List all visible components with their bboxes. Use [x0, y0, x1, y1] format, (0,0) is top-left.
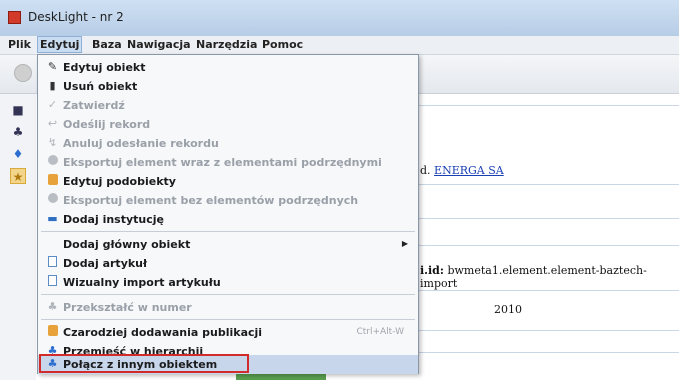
cancel-send-icon: ↯ — [47, 136, 58, 149]
export-icon — [46, 193, 59, 206]
menu-item-czarodziej[interactable]: Czarodziej dodawania publikacji Ctrl+Alt… — [38, 323, 418, 342]
menu-item-odeslij-rekord: ↩ Odeślij rekord — [47, 117, 151, 131]
title-bar: DeskLight - nr 2 — [0, 0, 679, 37]
toolbar-round-button[interactable] — [14, 64, 32, 82]
menu-item-dodaj-instytucje[interactable]: ▬ Dodaj instytucję — [38, 210, 418, 229]
edit-menu: ✎ Edytuj obiekt ▮ Usuń obiekt ✓ Zatwierd… — [37, 54, 419, 374]
submenu-arrow-icon: ▶ — [401, 239, 408, 248]
document-icon — [46, 275, 59, 288]
menu-item-eksportuj-bez-podrzednych: Eksportuj element bez elementów podrzędn… — [38, 191, 418, 210]
affiliation-field: d. ENERGA SA — [420, 164, 504, 177]
left-toolbar: ■ ♣ ♦ ★ — [0, 94, 37, 380]
menu-item-edytuj-obiekt[interactable]: ✎ Edytuj obiekt — [38, 58, 418, 77]
id-label: i.id: — [420, 264, 444, 277]
shortcut-label: Ctrl+Alt-W — [356, 327, 404, 337]
save-icon[interactable]: ■ — [10, 102, 26, 118]
id-value: bwmeta1.element.element-baztech-import — [420, 264, 647, 290]
menu-pomoc[interactable]: Pomoc — [262, 38, 303, 51]
year-value: 2010 — [494, 303, 522, 316]
menu-item-eksportuj-z-podrzednymi: Eksportuj element wraz z elementami podr… — [38, 153, 418, 172]
affiliation-link[interactable]: ENERGA SA — [434, 164, 504, 177]
edit-icon: ✎ — [47, 60, 58, 73]
tree-icon[interactable]: ♣ — [10, 124, 26, 140]
menu-separator — [41, 319, 415, 320]
menu-item-polacz[interactable]: ♣ Połącz z innym obiektem — [38, 354, 418, 374]
hierarchy-icon: ♣ — [47, 357, 58, 370]
hierarchy-icon: ♣ — [47, 300, 58, 313]
menu-item-anuluj-odeslanie: ↯ Anuluj odesłanie rekordu — [47, 136, 219, 150]
menu-separator — [41, 294, 415, 295]
menu-separator — [41, 231, 415, 232]
menu-narzedzia[interactable]: Narzędzia — [196, 38, 257, 51]
trash-icon: ▮ — [49, 79, 56, 92]
menu-edytuj[interactable]: Edytuj — [37, 36, 83, 53]
app-icon — [8, 11, 21, 24]
menu-item-usun-obiekt[interactable]: ▮ Usuń obiekt — [38, 77, 418, 96]
menu-baza[interactable]: Baza — [92, 38, 122, 51]
window-title: DeskLight - nr 2 — [28, 10, 124, 24]
menu-bar: Plik Edytuj Baza Nawigacja Narzędzia Pom… — [0, 36, 679, 55]
menu-item-edytuj-podobiekty[interactable]: Edytuj podobiekty — [38, 172, 418, 191]
menu-nawigacja[interactable]: Nawigacja — [127, 38, 191, 51]
institution-icon: ▬ — [47, 212, 58, 225]
export-icon — [46, 155, 59, 168]
document-icon — [46, 256, 59, 269]
menu-item-zatwierdz: ✓ Zatwierdź — [47, 98, 125, 112]
menu-item-przeksztalc-w-numer: ♣ Przekształć w numer — [47, 300, 192, 314]
subobjects-icon — [46, 174, 59, 187]
menu-plik[interactable]: Plik — [8, 38, 31, 51]
send-back-icon: ↩ — [47, 117, 58, 130]
check-icon: ✓ — [47, 98, 58, 111]
menu-item-dodaj-glowny-obiekt[interactable]: Dodaj główny obiekt ▶ — [38, 235, 418, 254]
menu-item-wizualny-import[interactable]: Wizualny import artykułu — [38, 273, 418, 292]
menu-item-dodaj-artykul[interactable]: Dodaj artykuł — [38, 254, 418, 273]
hierarchy-icon[interactable]: ♦ — [10, 146, 26, 162]
wizard-icon — [46, 325, 59, 338]
favorite-icon[interactable]: ★ — [10, 168, 26, 184]
id-field: i.id: bwmeta1.element.element-baztech-im… — [420, 264, 679, 290]
affiliation-prefix: d. — [420, 164, 431, 177]
